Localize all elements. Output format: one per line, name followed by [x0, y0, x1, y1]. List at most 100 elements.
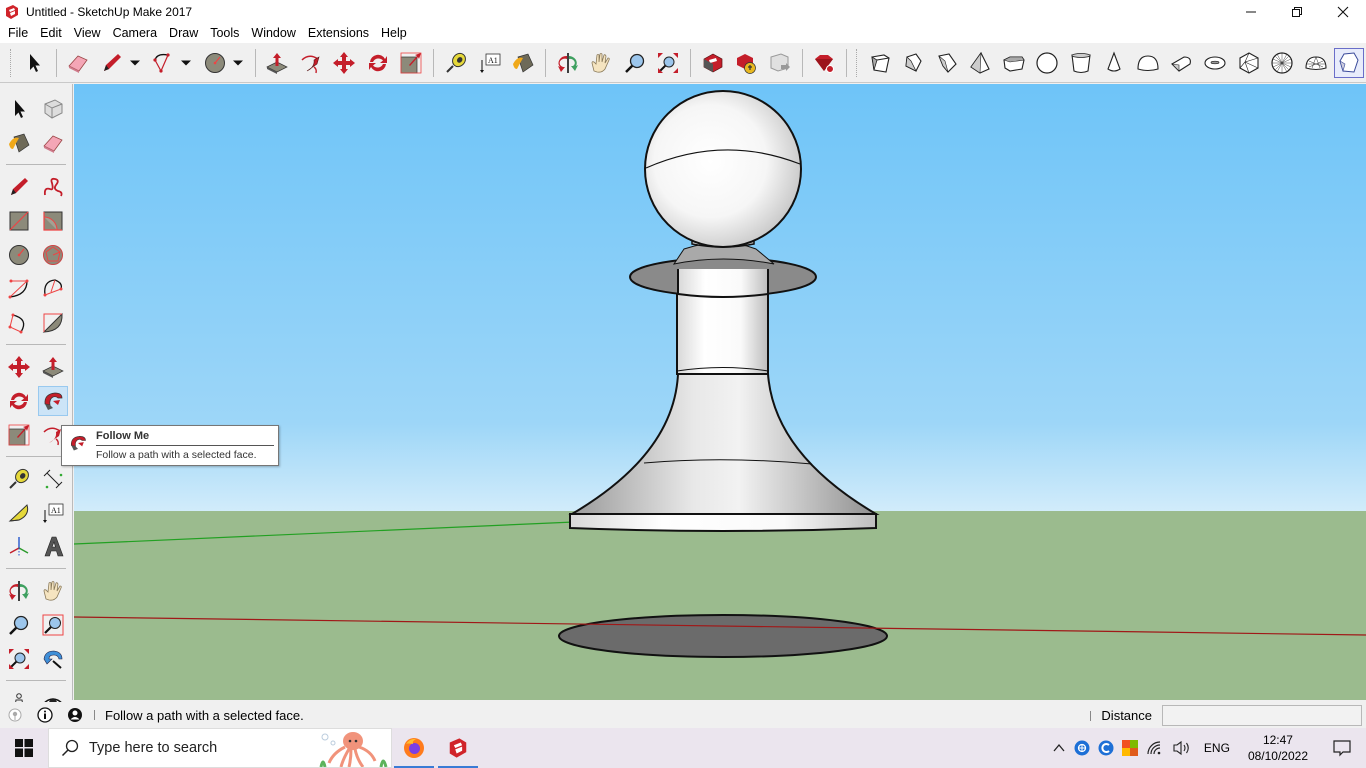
tool-zoom-window[interactable] [38, 610, 68, 640]
tool-axes[interactable] [4, 532, 34, 562]
toolbar-grip[interactable] [10, 48, 13, 77]
orbit-tool-button[interactable] [553, 48, 583, 78]
tool-rectangle[interactable] [4, 206, 34, 236]
tool-rotate[interactable] [4, 386, 34, 416]
taskbar-search-box[interactable]: Type here to search [48, 728, 392, 768]
tool-3d-text[interactable] [38, 532, 68, 562]
ground-disc-face[interactable] [558, 614, 888, 658]
menu-camera[interactable]: Camera [107, 23, 163, 43]
measurements-input[interactable] [1162, 705, 1362, 726]
tool-text[interactable]: A1 [38, 498, 68, 528]
zoom-tool-button[interactable] [620, 48, 650, 78]
text-tool-button[interactable]: A1 [475, 48, 505, 78]
pan-tool-button[interactable] [586, 48, 616, 78]
tool-make-component[interactable] [38, 94, 68, 124]
drawing-viewport[interactable] [74, 84, 1366, 700]
tray-app-2[interactable] [1098, 740, 1114, 756]
tool-paint-bucket[interactable] [4, 128, 34, 158]
eraser-tool-button[interactable] [63, 48, 93, 78]
menu-extensions[interactable]: Extensions [302, 23, 375, 43]
arc-tool-button[interactable] [149, 48, 179, 78]
tray-app-3[interactable] [1121, 740, 1138, 756]
shape-dome-button[interactable] [1133, 48, 1163, 78]
3d-warehouse-button[interactable] [698, 48, 728, 78]
clock[interactable]: 12:47 08/10/2022 [1248, 732, 1308, 764]
shape-cylinder-button[interactable] [1066, 48, 1096, 78]
scale-tool-button[interactable] [397, 48, 427, 78]
zoom-extents-tool-button[interactable] [653, 48, 683, 78]
shape-pentagonal-box-button[interactable] [932, 48, 962, 78]
shape-half-cylinder-button[interactable] [1167, 48, 1197, 78]
tool-circle[interactable] [4, 240, 34, 270]
tape-measure-tool-button[interactable] [441, 48, 471, 78]
taskbar-firefox[interactable] [392, 728, 436, 768]
toolbar-grip[interactable] [856, 48, 859, 77]
menu-file[interactable]: File [2, 23, 34, 43]
show-hidden-icons-button[interactable] [1052, 741, 1066, 755]
tool-two-point-arc[interactable] [38, 274, 68, 304]
tool-zoom[interactable] [4, 610, 34, 640]
rotate-tool-button[interactable] [363, 48, 393, 78]
tool-arc[interactable] [4, 274, 34, 304]
shape-octagonal-prism-button[interactable] [999, 48, 1029, 78]
ruby-console-button[interactable] [810, 48, 840, 78]
pawn-base-ring[interactable] [569, 513, 877, 532]
tool-scale[interactable] [4, 420, 34, 450]
shape-cube-button[interactable] [865, 48, 895, 78]
tool-pie[interactable] [38, 308, 68, 338]
shape-pentagonal-prism-button[interactable] [899, 48, 929, 78]
tool-protractor[interactable] [4, 498, 34, 528]
menu-edit[interactable]: Edit [34, 23, 68, 43]
menu-tools[interactable]: Tools [204, 23, 245, 43]
menu-view[interactable]: View [68, 23, 107, 43]
shape-torus-button[interactable] [1200, 48, 1230, 78]
geo-location-button[interactable] [6, 706, 24, 724]
circle-dropdown[interactable] [228, 48, 248, 78]
tool-rotated-rectangle[interactable] [38, 206, 68, 236]
tool-push-pull[interactable] [38, 352, 68, 382]
send-to-layout-button[interactable] [765, 48, 795, 78]
follow-me-tool-button[interactable] [296, 48, 326, 78]
input-language[interactable]: ENG [1204, 741, 1230, 755]
extension-warehouse-button[interactable] [731, 48, 761, 78]
pawn-base-flare[interactable] [568, 358, 880, 515]
tool-polygon[interactable] [38, 240, 68, 270]
tool-dimension[interactable] [38, 464, 68, 494]
arc-dropdown[interactable] [176, 48, 196, 78]
menu-help[interactable]: Help [375, 23, 413, 43]
shape-geodesic-sphere-button[interactable] [1267, 48, 1297, 78]
credits-button[interactable] [36, 706, 54, 724]
tool-pan[interactable] [38, 576, 68, 606]
shape-selected-button[interactable] [1334, 47, 1364, 78]
action-center-button[interactable] [1322, 739, 1362, 757]
tool-select[interactable] [4, 94, 34, 124]
pencil-dropdown[interactable] [125, 48, 145, 78]
tool-move[interactable] [4, 352, 34, 382]
move-tool-button[interactable] [330, 48, 360, 78]
volume-button[interactable] [1172, 740, 1192, 756]
tool-follow-me[interactable] [38, 386, 68, 416]
minimize-button[interactable] [1228, 0, 1274, 23]
restore-button[interactable] [1274, 0, 1320, 23]
start-button[interactable] [0, 728, 48, 768]
circle-tool-button[interactable] [200, 48, 230, 78]
tool-orbit[interactable] [4, 576, 34, 606]
tool-freehand[interactable] [38, 172, 68, 202]
wifi-button[interactable] [1146, 740, 1164, 756]
account-button[interactable] [66, 706, 84, 724]
tool-eraser[interactable] [38, 128, 68, 158]
shape-cone-button[interactable] [1100, 48, 1130, 78]
taskbar-sketchup[interactable] [436, 728, 480, 768]
menu-window[interactable]: Window [245, 23, 301, 43]
push-pull-tool-button[interactable] [263, 48, 293, 78]
paint-bucket-tool-button[interactable] [508, 48, 538, 78]
tool-zoom-extents[interactable] [4, 644, 34, 674]
menu-draw[interactable]: Draw [163, 23, 204, 43]
close-button[interactable] [1320, 0, 1366, 23]
pawn-head-sphere[interactable] [644, 90, 802, 248]
tray-app-1[interactable] [1074, 740, 1090, 756]
tool-tape-measure[interactable] [4, 464, 34, 494]
shape-icosahedron-button[interactable] [1234, 48, 1264, 78]
select-tool-button[interactable] [19, 48, 49, 78]
tool-three-point-arc[interactable] [4, 308, 34, 338]
